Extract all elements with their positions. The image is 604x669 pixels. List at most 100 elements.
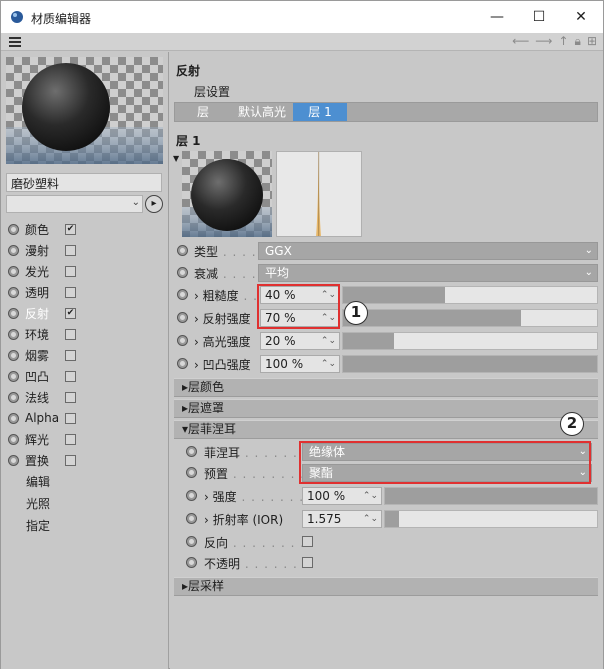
checkbox[interactable] (65, 454, 76, 466)
editor-item[interactable]: 编辑 (26, 473, 50, 490)
close-button[interactable]: ✕ (561, 5, 601, 29)
checkbox[interactable]: ✔ (65, 223, 76, 235)
radio-icon[interactable] (8, 328, 19, 340)
channel-glow[interactable]: 辉光 (8, 429, 76, 449)
radio-icon[interactable] (8, 265, 19, 277)
spinner-icon[interactable]: ⌃⌄ (321, 333, 336, 349)
roughness-slider[interactable] (342, 286, 598, 304)
channel-fog[interactable]: 烟雾 (8, 345, 76, 365)
ior-field[interactable]: 1.575 ⌃⌄ (302, 510, 382, 528)
group-layer-color[interactable]: ▸层颜色 (174, 378, 598, 397)
checkbox[interactable] (65, 286, 76, 298)
tab-default-specular[interactable]: 默认高光 (231, 103, 293, 121)
radio-icon[interactable] (8, 391, 19, 403)
tab-layer[interactable]: 层 (175, 103, 231, 121)
radio-icon[interactable] (186, 536, 197, 547)
channel-transparency[interactable]: 透明 (8, 282, 76, 302)
radio-icon[interactable] (186, 490, 197, 501)
refl-strength-slider[interactable] (342, 309, 598, 327)
checkbox[interactable]: ✔ (65, 307, 76, 319)
invert-label: 反向 . . . . . . . . . (204, 536, 315, 550)
radio-icon[interactable] (186, 513, 197, 524)
collapse-arrow-icon[interactable]: ▼ (173, 154, 179, 163)
radio-icon[interactable] (8, 349, 19, 361)
back-arrow-icon[interactable]: ⟵ (512, 34, 529, 49)
material-combo[interactable]: ⌄ (6, 195, 143, 213)
channel-alpha[interactable]: Alpha (8, 408, 76, 428)
radio-icon[interactable] (186, 467, 197, 478)
bump-strength-label: › 凹凸强度 (194, 358, 251, 372)
checkbox[interactable] (65, 265, 76, 277)
group-layer-fresnel[interactable]: ▾层菲涅耳 (174, 420, 598, 439)
radio-icon[interactable] (177, 358, 188, 369)
minimize-button[interactable]: — (477, 5, 517, 29)
radio-icon[interactable] (8, 286, 19, 298)
radio-icon[interactable] (177, 289, 188, 300)
channel-label: 法线 (25, 390, 50, 405)
refl-strength-label-text: 反射强度 (202, 312, 251, 326)
radio-icon[interactable] (177, 312, 188, 323)
channel-diffusion[interactable]: 漫射 (8, 240, 76, 260)
attenuation-dropdown[interactable]: 平均 ⌄ (258, 264, 598, 282)
radio-icon[interactable] (186, 557, 197, 568)
new-window-icon[interactable]: ⊞ (587, 34, 597, 49)
fresnel-strength-field[interactable]: 100 % ⌃⌄ (302, 487, 382, 505)
radio-icon[interactable] (8, 433, 19, 445)
checkbox[interactable] (65, 370, 76, 382)
illumination-item[interactable]: 光照 (26, 495, 50, 512)
channel-label: 颜色 (25, 222, 50, 237)
picker-icon[interactable]: ▸ (145, 195, 163, 213)
channel-environment[interactable]: 环境 (8, 324, 76, 344)
checkbox[interactable] (65, 412, 76, 424)
prop-reflection-strength: › 反射强度 70 % ⌃⌄ (174, 308, 598, 328)
spec-strength-slider[interactable] (342, 332, 598, 350)
tab-layer-1[interactable]: 层 1 (293, 103, 347, 121)
assign-item[interactable]: 指定 (26, 517, 50, 534)
radio-icon[interactable] (177, 267, 188, 278)
channel-normal[interactable]: 法线 (8, 387, 76, 407)
maximize-button[interactable]: ☐ (519, 5, 559, 29)
channel-label: 透明 (25, 285, 50, 300)
channel-label: 凹凸 (25, 369, 50, 384)
radio-icon[interactable] (177, 335, 188, 346)
checkbox[interactable] (65, 328, 76, 340)
bump-strength-slider[interactable] (342, 355, 598, 373)
channel-bump[interactable]: 凹凸 (8, 366, 76, 386)
opaque-checkbox[interactable] (302, 557, 313, 568)
spinner-icon[interactable]: ⌃⌄ (321, 356, 336, 372)
type-dropdown[interactable]: GGX ⌄ (258, 242, 598, 260)
radio-icon[interactable] (8, 370, 19, 382)
bump-strength-value: 100 % (265, 357, 304, 371)
channel-color[interactable]: 颜色 ✔ (8, 219, 76, 239)
radio-icon[interactable] (8, 454, 19, 466)
ior-slider[interactable] (384, 510, 598, 528)
checkbox[interactable] (65, 391, 76, 403)
radio-icon[interactable] (177, 245, 188, 256)
prop-invert: 反向 . . . . . . . . . (174, 532, 598, 552)
checkbox[interactable] (65, 244, 76, 256)
channel-reflectance[interactable]: 反射 ✔ (8, 303, 76, 323)
channel-label: 环境 (25, 327, 50, 342)
radio-icon[interactable] (8, 244, 19, 256)
fresnel-strength-slider[interactable] (384, 487, 598, 505)
forward-arrow-icon[interactable]: ⟶ (535, 34, 552, 49)
group-layer-mask[interactable]: ▸层遮罩 (174, 399, 598, 418)
spinner-icon[interactable]: ⌃⌄ (363, 488, 378, 504)
spec-strength-field[interactable]: 20 % ⌃⌄ (260, 332, 340, 350)
checkbox[interactable] (65, 433, 76, 445)
bump-strength-field[interactable]: 100 % ⌃⌄ (260, 355, 340, 373)
material-name-field[interactable]: 磨砂塑料 (6, 173, 162, 192)
group-layer-sampling[interactable]: ▸层采样 (174, 577, 598, 596)
lock-icon[interactable]: 🔒︎ (575, 34, 581, 49)
radio-icon[interactable] (8, 223, 19, 235)
checkbox[interactable] (65, 349, 76, 361)
channel-luminance[interactable]: 发光 (8, 261, 76, 281)
radio-icon[interactable] (8, 307, 19, 319)
spinner-icon[interactable]: ⌃⌄ (363, 511, 378, 527)
channel-displacement[interactable]: 置换 (8, 450, 76, 470)
radio-icon[interactable] (186, 446, 197, 457)
menu-icon[interactable] (9, 37, 21, 47)
up-arrow-icon[interactable]: ↑ (558, 34, 568, 49)
invert-checkbox[interactable] (302, 536, 313, 547)
radio-icon[interactable] (8, 412, 19, 424)
